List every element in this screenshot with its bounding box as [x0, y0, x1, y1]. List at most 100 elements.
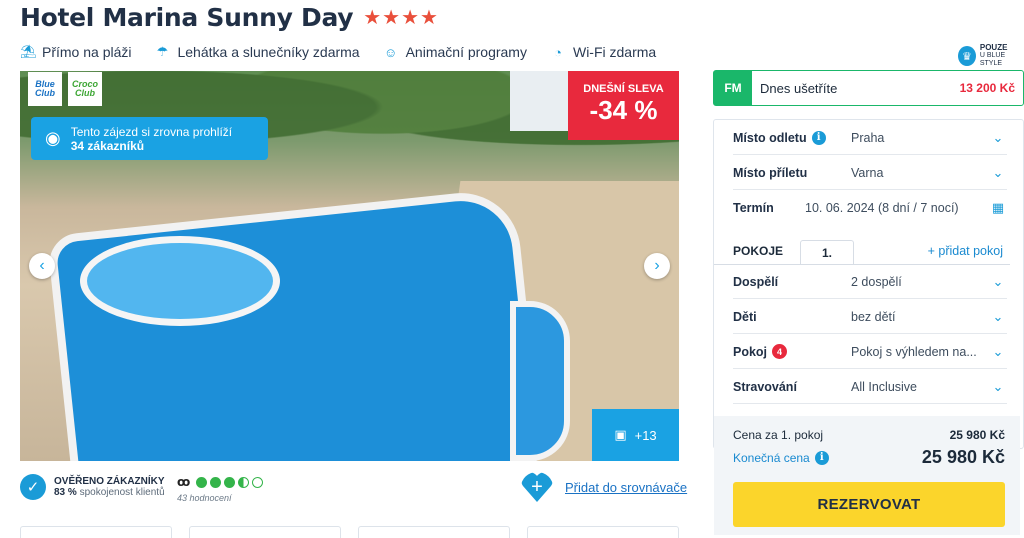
- gallery-more-button[interactable]: ▣ +13: [592, 409, 679, 461]
- discount-value: -34 %: [589, 95, 658, 125]
- amenity-loungers: ☂ Lehátka a slunečníky zdarma: [156, 44, 360, 60]
- fm-tag: FM: [714, 71, 752, 105]
- term-select[interactable]: Termín 10. 06. 2024 (8 dní / 7 nocí) ▦: [733, 191, 1007, 225]
- room-select[interactable]: Pokoj 4 Pokoj s výhledem na... ⌄: [733, 335, 1007, 369]
- add-room-link[interactable]: + přidat pokoj: [928, 244, 1003, 258]
- bottom-tabs: [20, 526, 679, 538]
- amenities-list: ⛱ Přímo na pláži ☂ Lehátka a slunečníky zd…: [20, 44, 656, 60]
- photo-pool: [46, 187, 544, 461]
- image-icon: ▣: [614, 427, 627, 442]
- photo-round-pool: [80, 236, 280, 326]
- chevron-right-icon: ›: [654, 257, 660, 274]
- chevron-left-icon: ‹: [39, 257, 45, 274]
- viewers-count: 34 zákazníků: [70, 138, 145, 153]
- board-select[interactable]: Stravování All Inclusive ⌄: [733, 370, 1007, 404]
- children-select[interactable]: Děti bez dětí ⌄: [733, 300, 1007, 334]
- rooms-label: POKOJE: [733, 244, 784, 258]
- compare-control[interactable]: + Přidat do srovnávače: [521, 472, 687, 502]
- crown-icon: ♛: [958, 46, 976, 66]
- term-value: 10. 06. 2024 (8 dní / 7 nocí): [805, 201, 959, 215]
- adults-select[interactable]: Dospělí 2 dospělí ⌄: [733, 265, 1007, 299]
- discount-badge: DNEŠNÍ SLEVA -34 %: [568, 71, 679, 140]
- reserve-button[interactable]: REZERVOVAT: [733, 482, 1005, 527]
- chevron-down-icon: ⌄: [992, 164, 1004, 180]
- chevron-down-icon: ⌄: [992, 273, 1004, 289]
- room-value: Pokoj s výhledem na...: [851, 344, 977, 359]
- adults-label: Dospělí: [733, 274, 779, 289]
- adults-value: 2 dospělí: [851, 274, 902, 289]
- room-label: Pokoj: [733, 344, 768, 359]
- rating-dot: [224, 476, 236, 488]
- chevron-down-icon: ⌄: [992, 129, 1004, 145]
- blue-style-badge: ♛ POUZE U BLUE STYLE: [958, 44, 1024, 68]
- smile-icon: ☺: [383, 44, 398, 60]
- gallery-next-button[interactable]: ›: [644, 253, 670, 279]
- info-icon[interactable]: i: [814, 450, 829, 465]
- departure-value: Praha: [851, 130, 885, 145]
- room-tab-1[interactable]: 1.: [800, 240, 854, 265]
- children-label: Děti: [733, 309, 757, 324]
- departure-label: Místo odletu: [733, 130, 807, 145]
- heart-plus-icon[interactable]: +: [521, 472, 553, 502]
- photo-side-pool: [510, 301, 570, 461]
- badge-line1: POUZE: [979, 43, 1008, 52]
- savings-banner: FM Dnes ušetříte 13 200 Kč: [713, 70, 1024, 106]
- wifi-icon: ◔: [554, 44, 562, 60]
- gallery-count: +13: [634, 427, 657, 443]
- chevron-down-icon: ⌄: [992, 343, 1004, 359]
- amenity-animation: ☺ Animační programy: [383, 44, 527, 60]
- arrival-value: Varna: [851, 165, 884, 180]
- chevron-down-icon: ⌄: [992, 378, 1004, 394]
- umbrella-icon: ☂: [156, 44, 169, 59]
- check-icon: ✓: [20, 474, 46, 500]
- board-label: Stravování: [733, 379, 797, 394]
- room-price: 25 980 Kč: [949, 428, 1005, 442]
- eye-icon: ◉: [45, 128, 61, 148]
- tripadvisor-rating[interactable]: ꝏ 43 hodnocení: [177, 475, 264, 503]
- amenity-wifi: ◔ Wi-Fi zdarma: [551, 44, 656, 60]
- board-value: All Inclusive: [851, 379, 917, 394]
- rooms-header: POKOJE 1. + přidat pokoj: [714, 240, 1006, 265]
- rating-dot: [210, 476, 222, 488]
- room-price-label: Cena za 1. pokoj: [733, 428, 824, 442]
- satisfaction-percent: 83 %: [54, 487, 77, 498]
- review-count: 43 hodnocení: [177, 493, 232, 503]
- savings-amount: 13 200 Kč: [959, 81, 1015, 95]
- price-summary: Cena za 1. pokoj 25 980 Kč Konečná cena i…: [714, 416, 1020, 535]
- term-label: Termín: [733, 201, 774, 215]
- arrival-select[interactable]: Místo příletu Varna ⌄: [733, 156, 1007, 190]
- discount-label: DNEŠNÍ SLEVA: [583, 83, 664, 95]
- final-price-label: Konečná cena: [733, 450, 810, 465]
- final-price: 25 980 Kč: [921, 447, 1005, 467]
- bottom-tab[interactable]: [358, 526, 510, 538]
- hotel-title: Hotel Marina Sunny Day: [20, 3, 354, 32]
- gallery-prev-button[interactable]: ‹: [29, 253, 55, 279]
- room-count-badge: 4: [772, 344, 788, 359]
- bottom-tab[interactable]: [20, 526, 172, 538]
- chevron-down-icon: ⌄: [992, 308, 1004, 324]
- hotel-header: Hotel Marina Sunny Day ★★★★: [20, 3, 439, 32]
- viewers-notice: ◉ Tento zájezd si zrovna prohlíží 34 záka…: [31, 117, 268, 160]
- arrival-label: Místo příletu: [733, 165, 808, 180]
- blue-club-logo: Blue Club: [28, 72, 62, 106]
- verified-by-customers: ✓ OVĚŘENO ZÁKAZNÍKY 83 % spokojenost kli…: [20, 474, 165, 500]
- star-rating: ★★★★: [363, 7, 439, 29]
- savings-label: Dnes ušetříte: [760, 80, 838, 96]
- croco-club-logo: Croco Club: [68, 72, 102, 106]
- rating-dot: [196, 476, 208, 488]
- amenity-beach: ⛱ Přímo na pláži: [20, 44, 132, 60]
- satisfaction-text: spokojenost klientů: [79, 487, 165, 498]
- rating-dot: [238, 476, 250, 488]
- children-value: bez dětí: [851, 309, 896, 324]
- tripadvisor-icon: ꝏ: [177, 475, 191, 489]
- departure-select[interactable]: Místo odletu i Praha ⌄: [733, 121, 1007, 155]
- viewers-text: Tento zájezd si zrovna prohlíží: [70, 124, 233, 139]
- verified-title: OVĚŘENO ZÁKAZNÍKY: [54, 476, 165, 487]
- info-icon[interactable]: i: [811, 130, 826, 145]
- beach-icon: ⛱: [20, 44, 37, 59]
- add-to-compare-link[interactable]: Přidat do srovnávače: [565, 480, 687, 495]
- bottom-tab[interactable]: [527, 526, 679, 538]
- calendar-icon: ▦: [991, 200, 1005, 215]
- rating-dot: [252, 476, 264, 488]
- bottom-tab[interactable]: [189, 526, 341, 538]
